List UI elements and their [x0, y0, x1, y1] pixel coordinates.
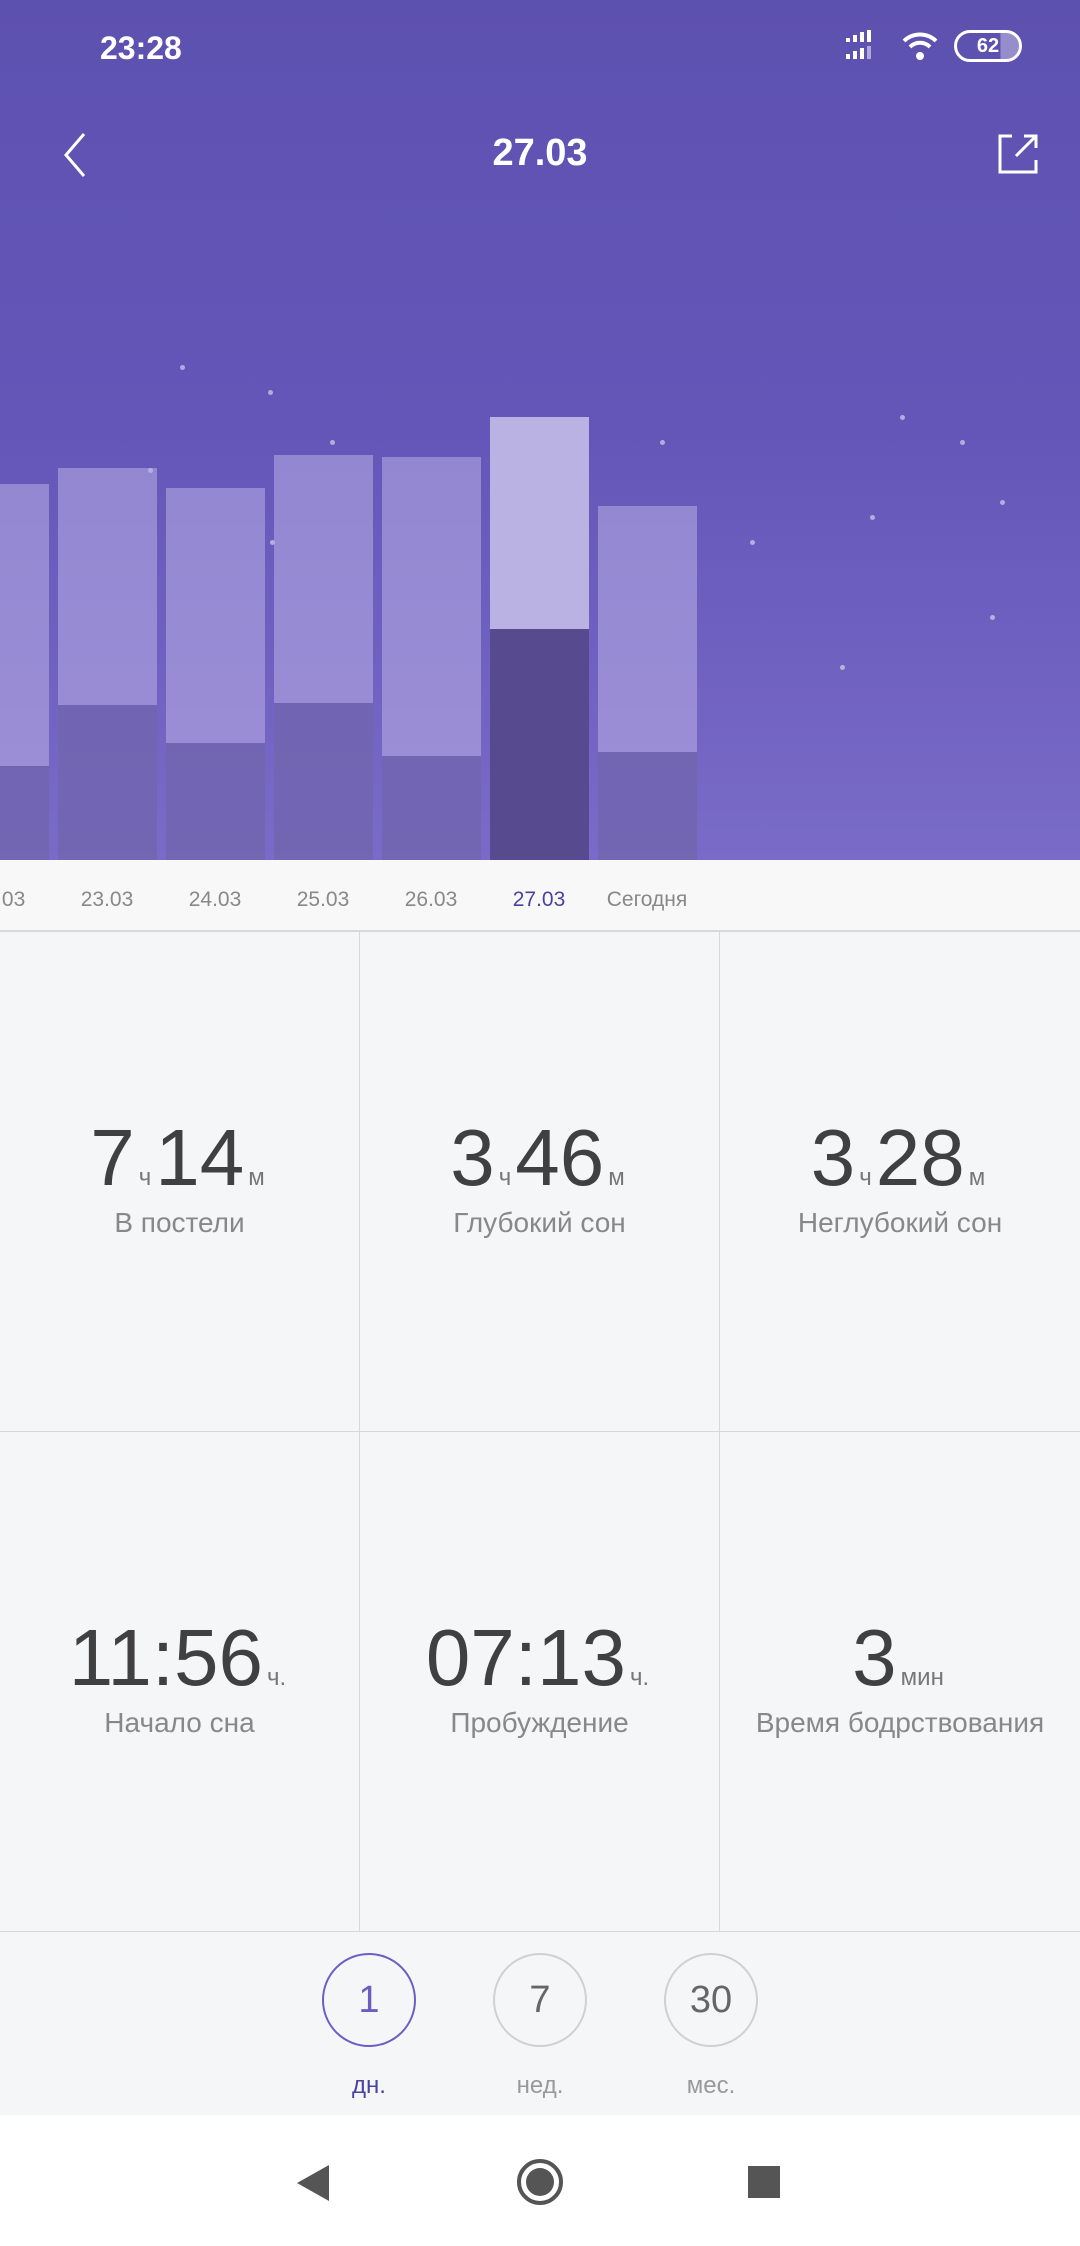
stat-secondary: 14 — [155, 1113, 245, 1202]
stat-secondary: 46 — [515, 1113, 605, 1202]
date-strip: 22.0323.0324.0325.0326.0327.03Сегодня — [0, 860, 1080, 932]
status-time: 23:28 — [100, 30, 182, 66]
deep-sleep-segment — [0, 766, 49, 860]
battery-indicator: 62 — [954, 30, 1022, 62]
stat-primary: 7 — [90, 1113, 135, 1202]
stat-unit: ч. — [630, 1664, 650, 1691]
sleep-bar-25.03[interactable] — [274, 454, 373, 860]
star-decoration — [870, 515, 875, 520]
date-label[interactable]: 23.03 — [47, 888, 167, 912]
stat-value: 3 ч46 м — [360, 1112, 719, 1204]
stat-primary: 3 — [810, 1113, 856, 1202]
deep-sleep-segment — [490, 628, 589, 860]
stat-unit: мин — [900, 1664, 944, 1691]
stat-cell: 7 ч14 м В постели — [0, 932, 360, 1432]
star-decoration — [990, 615, 995, 620]
nav-home-icon[interactable] — [515, 2157, 565, 2207]
stat-unit: ч — [498, 1164, 512, 1191]
stat-unit: м — [968, 1164, 986, 1191]
sleep-chart-area: 23:28 62 27.03 — [0, 0, 1080, 860]
deep-sleep-segment — [274, 703, 373, 860]
stat-primary: 3 — [852, 1613, 897, 1702]
nav-recents-icon[interactable] — [748, 2166, 780, 2198]
stat-label: Глубокий сон — [453, 1207, 626, 1238]
signal-icon — [846, 30, 871, 59]
navigation-bar — [0, 2115, 1080, 2246]
period-label: нед. — [516, 2072, 564, 2099]
stat-value: 3 ч28 м — [720, 1112, 1080, 1204]
stat-value: 7 ч14 м — [0, 1112, 359, 1204]
deep-sleep-segment — [598, 752, 697, 860]
sleep-bar-23.03[interactable] — [58, 468, 157, 860]
stat-cell: 3 ч46 м Глубокий сон — [360, 932, 720, 1432]
date-label[interactable]: 27.03 — [479, 888, 599, 912]
star-decoration — [750, 540, 755, 545]
period-label: дн. — [352, 2072, 386, 2099]
deep-sleep-segment — [58, 704, 157, 860]
date-label[interactable]: Сегодня — [587, 888, 707, 912]
stat-cell: 07:13 ч. Пробуждение — [360, 1432, 720, 1932]
sleep-bar-Сегодня[interactable] — [598, 505, 697, 860]
page-title: 27.03 — [492, 132, 588, 174]
stat-primary: 07:13 — [425, 1613, 627, 1702]
date-label[interactable]: 24.03 — [155, 888, 275, 912]
period-button-дн.[interactable]: 1 — [322, 1953, 416, 2047]
stat-unit: м — [608, 1164, 625, 1191]
star-decoration — [900, 415, 905, 420]
star-decoration — [840, 665, 845, 670]
stat-label: Неглубокий сон — [797, 1207, 1003, 1238]
date-label[interactable]: 26.03 — [371, 888, 491, 912]
stat-label: В постели — [114, 1207, 245, 1238]
stat-value: 3 мин — [720, 1612, 1080, 1704]
stat-cell: 3 ч28 м Неглубокий сон — [720, 932, 1080, 1432]
stat-value: 11:56 ч. — [0, 1612, 359, 1704]
stat-label: Начало сна — [104, 1707, 255, 1738]
stat-label: Время бодрствования — [755, 1707, 1045, 1738]
star-decoration — [268, 390, 273, 395]
stat-cell: 11:56 ч. Начало сна — [0, 1432, 360, 1932]
status-icons: 62 — [846, 30, 1022, 62]
stat-unit: ч. — [267, 1664, 287, 1691]
stat-cell: 3 мин Время бодрствования — [720, 1432, 1080, 1932]
period-button-нед.[interactable]: 7 — [493, 1953, 587, 2047]
share-icon[interactable] — [996, 132, 1040, 176]
star-decoration — [1000, 500, 1005, 505]
period-label: мес. — [686, 2072, 736, 2099]
stat-secondary: 28 — [875, 1113, 965, 1202]
stat-value: 07:13 ч. — [360, 1612, 719, 1704]
deep-sleep-segment — [382, 755, 481, 860]
star-decoration — [660, 440, 665, 445]
star-decoration — [330, 440, 335, 445]
sleep-bar-27.03[interactable] — [490, 416, 589, 860]
stat-unit: ч — [859, 1164, 872, 1191]
wifi-icon — [902, 32, 938, 60]
sleep-bar-24.03[interactable] — [166, 487, 265, 860]
period-button-мес.[interactable]: 30 — [664, 1953, 758, 2047]
stat-label: Пробуждение — [450, 1707, 629, 1738]
sleep-bar-26.03[interactable] — [382, 457, 481, 860]
sleep-bar-22.03[interactable] — [0, 484, 49, 860]
stat-primary: 11:56 — [68, 1613, 264, 1702]
stat-primary: 3 — [450, 1113, 495, 1202]
stat-unit: м — [248, 1164, 265, 1191]
star-decoration — [960, 440, 965, 445]
nav-back-icon[interactable] — [295, 2163, 331, 2203]
stat-unit: ч — [138, 1164, 152, 1191]
date-label[interactable]: 25.03 — [263, 888, 383, 912]
star-decoration — [180, 365, 185, 370]
deep-sleep-segment — [166, 742, 265, 860]
